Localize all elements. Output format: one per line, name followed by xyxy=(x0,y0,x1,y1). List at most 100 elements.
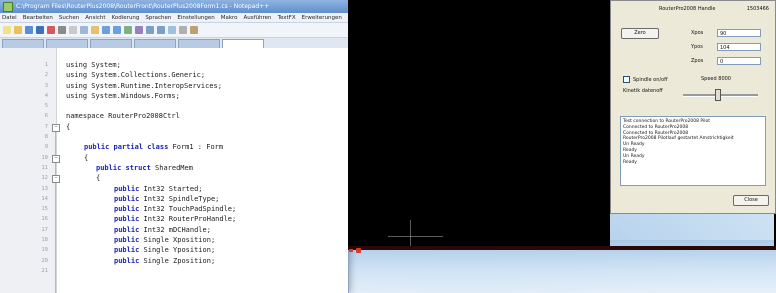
menu-item[interactable]: Ausführen xyxy=(244,15,272,21)
line-number: 10 xyxy=(41,154,48,161)
menu-item[interactable]: Sprachen xyxy=(145,15,171,21)
menu-item[interactable]: Suchen xyxy=(59,15,79,21)
code-line: 12− { xyxy=(0,173,348,184)
crosshair-vertical xyxy=(410,220,411,246)
sync-icon[interactable] xyxy=(168,26,176,34)
replace-icon[interactable] xyxy=(135,26,143,34)
zoom-in-icon[interactable] xyxy=(146,26,154,34)
line-number: 19 xyxy=(41,247,48,254)
code-body: { xyxy=(66,122,71,131)
code-body: { xyxy=(96,174,101,183)
code-editor[interactable]: 1 using System; 2 using System.Collections.… xyxy=(0,48,348,293)
notepad-toolbar xyxy=(0,23,348,38)
menu-item[interactable]: Makro xyxy=(221,15,238,21)
code-keyword: public xyxy=(114,205,144,214)
handle-value: 1503466 xyxy=(746,6,769,12)
crosshair-horizontal xyxy=(388,236,443,237)
line-number: 9 xyxy=(44,144,48,151)
file-tab[interactable] xyxy=(178,39,220,48)
new-icon[interactable] xyxy=(3,26,11,34)
line-number: 12 xyxy=(41,175,48,182)
redo-icon[interactable] xyxy=(113,26,121,34)
menu-item[interactable]: Einstellungen xyxy=(177,15,214,21)
cut-icon[interactable] xyxy=(69,26,77,34)
menu-item[interactable]: Erweiterungen xyxy=(302,15,342,21)
file-tab[interactable] xyxy=(134,39,176,48)
status-log[interactable]: Test connection to RouterPro2008 Pilot Co… xyxy=(620,116,766,186)
code-line: 15 public Int32 TouchPadSpindle; xyxy=(0,204,348,214)
code-text: { xyxy=(84,153,88,163)
code-text: public Single Yposition; xyxy=(114,245,215,255)
notepad-menubar: Datei Bearbeiten Suchen Ansicht Kodierung Spr… xyxy=(0,13,348,23)
spindle-checkbox[interactable] xyxy=(623,76,630,83)
code-prefix: using xyxy=(66,61,92,69)
paste-icon[interactable] xyxy=(91,26,99,34)
line-number: 13 xyxy=(41,185,48,192)
code-body: Int32 SpindleType; xyxy=(143,194,220,203)
spindle-row: Spindle on/off xyxy=(623,76,668,83)
save-icon[interactable] xyxy=(25,26,33,34)
code-keyword: public partial class xyxy=(84,143,173,152)
line-number: 1 xyxy=(44,62,48,68)
menu-item[interactable]: Kodierung xyxy=(112,15,140,21)
zpos-field[interactable]: 0 xyxy=(717,56,761,65)
save-all-icon[interactable] xyxy=(36,26,44,34)
origin-marker-icon xyxy=(349,249,353,252)
open-icon[interactable] xyxy=(14,26,22,34)
scale-slider-thumb[interactable] xyxy=(715,89,721,101)
code-content[interactable]: 1 using System; 2 using System.Collections.… xyxy=(0,60,348,276)
handle-row: RouterPro2008 Handle 1503466 xyxy=(659,6,769,12)
code-text: using System.Runtime.InteropServices; xyxy=(66,81,222,91)
file-tab[interactable] xyxy=(90,39,132,48)
scale-label: Kinetik datenoff xyxy=(623,88,663,94)
zero-button[interactable]: Zero xyxy=(621,28,659,39)
fold-toggle-icon[interactable]: − xyxy=(52,123,60,132)
xpos-field[interactable]: 90 xyxy=(717,28,761,37)
menu-item[interactable]: Bearbeiten xyxy=(23,15,53,21)
speed-label: Speed 8000 xyxy=(701,76,731,82)
ypos-row: Ypos 104 xyxy=(691,42,769,51)
code-text: public struct SharedMem xyxy=(96,163,193,173)
code-body: Single Zposition; xyxy=(143,256,216,265)
fold-toggle-icon[interactable]: − xyxy=(52,175,60,184)
zpos-label: Zpos xyxy=(691,57,704,64)
menu-item[interactable]: TextFX xyxy=(278,15,296,21)
code-keyword: public xyxy=(114,236,144,245)
notepad-title: C:\Program Files\RouterPlus2008\RouterFr… xyxy=(16,3,270,10)
indent-icon[interactable] xyxy=(190,26,198,34)
print-icon[interactable] xyxy=(58,26,66,34)
canvas-status-strip xyxy=(348,246,776,250)
code-prefix: using xyxy=(66,81,92,90)
wrap-icon[interactable] xyxy=(179,26,187,34)
zoom-out-icon[interactable] xyxy=(157,26,165,34)
code-text: public Single Xposition; xyxy=(114,235,215,245)
ypos-field[interactable]: 104 xyxy=(717,42,761,51)
code-line: 8 xyxy=(0,132,348,142)
code-text: public Int32 TouchPadSpindle; xyxy=(114,204,236,214)
menu-item[interactable]: Ansicht xyxy=(85,15,105,21)
notepad-titlebar[interactable]: C:\Program Files\RouterPlus2008\RouterFr… xyxy=(0,0,348,13)
code-line: 2 using System.Collections.Generic; xyxy=(0,70,348,80)
file-tab[interactable] xyxy=(46,39,88,48)
copy-icon[interactable] xyxy=(80,26,88,34)
handle-label: RouterPro2008 Handle xyxy=(659,6,716,12)
code-keyword: public xyxy=(114,256,144,265)
code-body: SharedMem xyxy=(155,163,193,172)
menu-item[interactable]: Datei xyxy=(2,15,17,21)
line-number: 14 xyxy=(41,195,48,202)
find-icon[interactable] xyxy=(124,26,132,34)
code-line: 10− { xyxy=(0,153,348,163)
file-tab[interactable] xyxy=(2,39,44,48)
code-body: RouterPro2008Ctrl xyxy=(108,112,180,121)
file-tab[interactable] xyxy=(222,39,264,48)
undo-icon[interactable] xyxy=(102,26,110,34)
fold-toggle-icon[interactable]: − xyxy=(52,154,60,163)
drawing-canvas[interactable] xyxy=(348,0,610,246)
close-button[interactable]: Close xyxy=(733,195,769,206)
spindle-label: Spindle on/off xyxy=(633,76,668,83)
code-body: Int32 mDCHandle; xyxy=(143,225,211,234)
xpos-label: Xpos xyxy=(691,29,704,36)
code-keyword: public xyxy=(114,225,144,234)
log-line: Ready xyxy=(623,159,637,165)
close-icon[interactable] xyxy=(47,26,55,34)
